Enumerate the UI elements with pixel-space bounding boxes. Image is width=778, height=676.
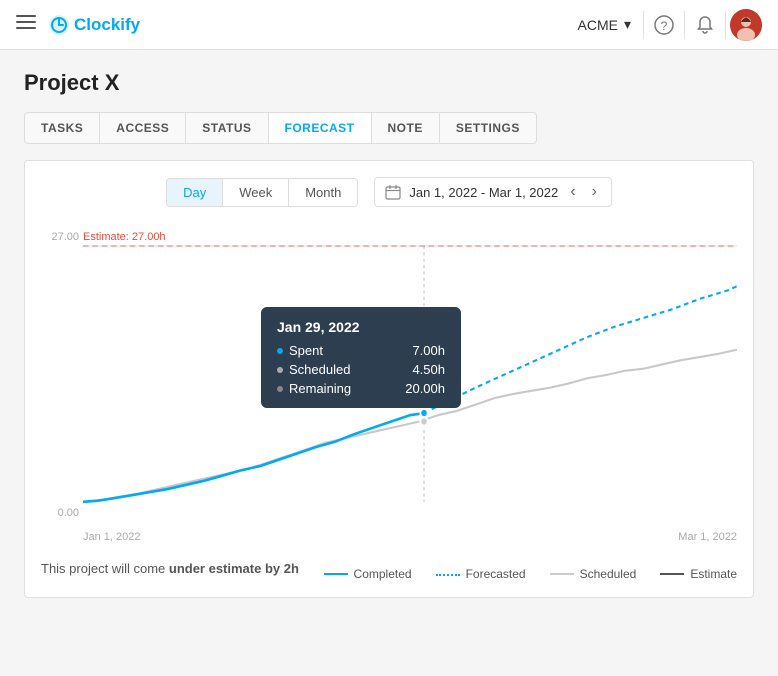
logo-text: Clockify: [74, 15, 140, 35]
note-highlight: under estimate by 2h: [169, 561, 299, 576]
chart-footer: This project will come under estimate by…: [41, 555, 737, 581]
legend-estimate: Estimate: [660, 567, 737, 581]
notifications-button[interactable]: [689, 9, 721, 41]
chart-area: Estimate: 27.00h 27.00 0.00: [41, 227, 737, 547]
menu-icon[interactable]: [16, 12, 36, 37]
legend-forecasted: Forecasted: [436, 567, 526, 581]
divider: [684, 11, 685, 39]
chart-legend: Completed Forecasted Scheduled Estimate: [324, 567, 737, 581]
tab-status[interactable]: STATUS: [186, 112, 268, 144]
help-button[interactable]: ?: [648, 9, 680, 41]
forecast-chart-card: Day Week Month Jan 1, 2022 - Mar 1, 2022…: [24, 160, 754, 598]
tab-forecast[interactable]: FORECAST: [269, 112, 372, 144]
chart-controls: Day Week Month Jan 1, 2022 - Mar 1, 2022…: [41, 177, 737, 207]
estimate-note: This project will come under estimate by…: [41, 561, 299, 576]
legend-scheduled: Scheduled: [550, 567, 637, 581]
estimate-line-icon: [660, 573, 684, 575]
completed-line-icon: [324, 573, 348, 575]
app-header: Clockify ACME ▾ ?: [0, 0, 778, 50]
tab-access[interactable]: ACCESS: [100, 112, 186, 144]
scheduled-label: Scheduled: [580, 567, 637, 581]
scheduled-line-icon: [550, 573, 574, 575]
estimate-label: Estimate: 27.00h: [83, 231, 166, 243]
chart-svg: [83, 227, 737, 523]
project-tabs: TASKS ACCESS STATUS FORECAST NOTE SETTIN…: [24, 112, 754, 144]
app-logo: Clockify: [48, 14, 140, 36]
date-range-selector[interactable]: Jan 1, 2022 - Mar 1, 2022 ‹ ›: [374, 177, 612, 207]
tab-note[interactable]: NOTE: [372, 112, 440, 144]
prev-date-button[interactable]: ‹: [566, 183, 579, 201]
y-max-label: 27.00: [41, 231, 79, 243]
user-avatar[interactable]: [730, 9, 762, 41]
workspace-label: ACME: [578, 17, 618, 33]
tab-tasks[interactable]: TASKS: [24, 112, 100, 144]
workspace-selector[interactable]: ACME ▾: [570, 12, 639, 37]
divider: [725, 11, 726, 39]
estimate-label: Estimate: [690, 567, 737, 581]
note-prefix: This project will come: [41, 561, 169, 576]
view-toggle: Day Week Month: [166, 178, 358, 207]
next-date-button[interactable]: ›: [588, 183, 601, 201]
chevron-down-icon: ▾: [624, 16, 631, 33]
completed-label: Completed: [354, 567, 412, 581]
divider: [643, 11, 644, 39]
view-week-button[interactable]: Week: [222, 179, 289, 206]
view-day-button[interactable]: Day: [167, 179, 222, 206]
x-end-label: Mar 1, 2022: [678, 531, 737, 543]
x-start-label: Jan 1, 2022: [83, 531, 141, 543]
view-month-button[interactable]: Month: [289, 179, 357, 206]
y-min-label: 0.00: [41, 507, 79, 519]
tab-settings[interactable]: SETTINGS: [440, 112, 537, 144]
main-page: Project X TASKS ACCESS STATUS FORECAST N…: [0, 50, 778, 618]
page-title: Project X: [24, 70, 754, 96]
forecasted-label: Forecasted: [466, 567, 526, 581]
svg-text:?: ?: [661, 19, 668, 33]
calendar-icon: [385, 184, 401, 200]
legend-completed: Completed: [324, 567, 412, 581]
date-range-label: Jan 1, 2022 - Mar 1, 2022: [409, 185, 558, 200]
forecasted-line-icon: [436, 574, 460, 576]
